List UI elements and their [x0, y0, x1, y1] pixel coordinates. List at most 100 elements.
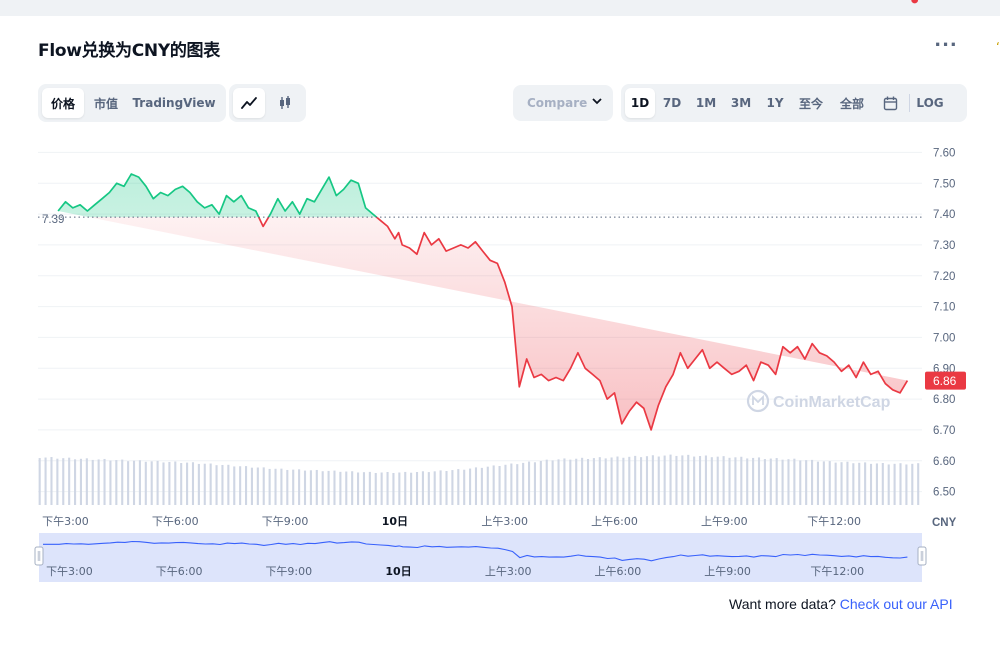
volume-bar [504, 464, 507, 505]
volume-bar [604, 458, 607, 505]
volume-bar [663, 455, 666, 505]
volume-bar [463, 469, 466, 505]
volume-bar [575, 458, 578, 505]
volume-bar [757, 457, 761, 505]
volume-bar [362, 472, 366, 505]
volume-bar [875, 463, 878, 505]
volume-bar [174, 461, 177, 505]
volume-bar [91, 459, 94, 505]
x-tick-label: 10日 [382, 515, 408, 528]
navigator-tick-label: 上午6:00 [595, 565, 642, 578]
open-price-label: 7.39 [42, 214, 64, 226]
volume-bar [427, 472, 430, 505]
navigator-tick-label: 下午6:00 [156, 565, 203, 578]
volume-bar [292, 469, 295, 505]
volume-bar [693, 456, 696, 505]
volume-bar [651, 455, 654, 505]
volume-bar [451, 470, 454, 505]
volume-bar [321, 471, 324, 505]
volume-bar [103, 458, 106, 505]
y-tick-label: 7.60 [933, 147, 955, 159]
range-navigator[interactable]: 下午3:00 下午6:00 下午9:00 10日 上午3:00 上午6:00 上午9:00 下… [34, 533, 927, 582]
navigator-tick-label: 上午9:00 [704, 565, 751, 578]
volume-bar [752, 457, 755, 505]
volume-bar [486, 466, 489, 505]
y-tick-label: 6.60 [933, 456, 955, 468]
volume-bar [68, 457, 71, 505]
volume-bar [628, 456, 631, 505]
volume-bar [74, 459, 77, 505]
volume-bar [586, 459, 590, 505]
volume-bar [805, 460, 808, 505]
currency-label: CNY [932, 517, 957, 529]
volume-bar [404, 471, 407, 505]
volume-bar [781, 459, 784, 505]
y-tick-label: 7.00 [933, 332, 955, 344]
volume-bar [899, 463, 902, 505]
volume-bar [569, 459, 572, 505]
volume-bar [657, 456, 660, 505]
navigator-handle-body [34, 546, 44, 566]
volume-bar [392, 472, 395, 505]
last-price-label: 6.86 [933, 374, 957, 388]
volume-bar [398, 472, 401, 505]
volume-bar [528, 461, 531, 505]
volume-bar [233, 466, 236, 505]
volume-bar [197, 463, 200, 505]
volume-bar [864, 462, 867, 505]
volume-bar [516, 464, 519, 505]
navigator-tick-label: 下午9:00 [265, 565, 312, 578]
x-tick-label: 上午3:00 [481, 515, 528, 528]
volume-bar [221, 464, 224, 505]
volume-bars [38, 454, 920, 505]
volume-bar [828, 461, 831, 505]
volume-bar [480, 467, 483, 505]
volume-bar [256, 467, 259, 505]
volume-bar [539, 460, 542, 505]
volume-bar [522, 462, 525, 505]
y-tick-label: 6.50 [933, 487, 955, 499]
volume-bar [858, 462, 861, 505]
volume-bar [610, 457, 613, 505]
volume-bar [62, 458, 65, 505]
volume-bar [215, 465, 218, 505]
volume-bar [150, 461, 153, 505]
volume-bar [203, 463, 206, 505]
price-chart[interactable]: CoinMarketCap 7.39 7.60 7.50 7.40 7.30 7.20 7… [0, 0, 1000, 650]
volume-bar [144, 461, 147, 505]
volume-bar [274, 468, 277, 505]
volume-bar [698, 456, 702, 505]
volume-bar [368, 471, 371, 505]
navigator-handle[interactable] [34, 546, 44, 566]
volume-bar [469, 468, 472, 505]
navigator-tick-label: 上午3:00 [485, 565, 532, 578]
volume-bar [887, 464, 890, 505]
navigator-handle[interactable] [917, 546, 927, 566]
navigator-tick-label: 下午12:00 [810, 565, 864, 578]
y-tick-label: 7.10 [933, 302, 955, 314]
volume-bar [510, 463, 513, 505]
volume-bar [439, 470, 442, 505]
volume-bar [309, 470, 312, 505]
volume-bar [345, 471, 348, 505]
watermark-text: CoinMarketCap [773, 394, 891, 411]
api-link[interactable]: Check out our API [840, 596, 953, 612]
coinmarketcap-logo-mark [752, 394, 764, 405]
volume-bar [917, 463, 920, 505]
x-tick-label: 上午9:00 [701, 515, 748, 528]
volume-bar [734, 457, 737, 505]
volume-bar [645, 456, 649, 505]
volume-bar [50, 457, 53, 505]
volume-bar [793, 458, 796, 505]
volume-bar [533, 462, 536, 505]
y-tick-label: 6.80 [933, 394, 955, 406]
volume-bar [869, 463, 873, 505]
volume-bar [280, 468, 283, 505]
volume-bar [227, 464, 230, 505]
volume-bar [581, 457, 584, 505]
footer-text: Want more data? [729, 596, 836, 612]
footer-api: Want more data? Check out our API [729, 596, 953, 612]
volume-bar [728, 457, 731, 505]
area-above-open [58, 174, 377, 218]
volume-bar [315, 469, 318, 505]
